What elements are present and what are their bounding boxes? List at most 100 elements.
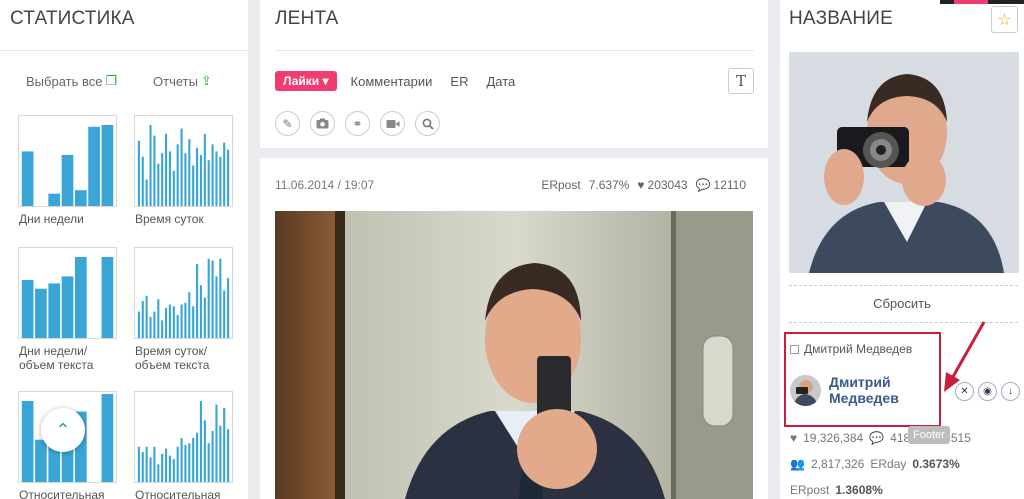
chart-weekdays-svg — [21, 125, 114, 206]
thumb-bar — [219, 156, 222, 206]
thumb-bar — [48, 283, 61, 338]
erpost-label: ERpost — [790, 483, 830, 497]
thumb-bar — [157, 299, 160, 338]
reset-button[interactable]: Сбросить — [780, 296, 1024, 311]
text-filter-button[interactable]: T — [728, 68, 754, 94]
reports-button[interactable]: Отчеты ⇪ — [153, 73, 212, 89]
thumb-bar — [145, 179, 148, 206]
users-icon: 👥 — [790, 457, 805, 471]
post-date: 11.06.2014 / 19:07 — [275, 178, 375, 192]
thumb-bar — [35, 439, 47, 482]
feed-post-card: 11.06.2014 / 19:07 ERpost 7.637% ♥ 20304… — [260, 158, 768, 499]
chart-relative-2-svg — [137, 401, 230, 482]
divider — [275, 50, 754, 51]
statistics-title: СТАТИСТИКА — [10, 8, 135, 29]
favorite-star-button[interactable]: ☆ — [991, 6, 1018, 33]
chart-label-daytime: Время суток — [135, 212, 204, 226]
thumb-bar — [223, 408, 226, 482]
thumb-bar — [21, 279, 34, 338]
video-icon[interactable] — [380, 111, 405, 136]
thumb-bar — [203, 420, 206, 482]
thumb-bar — [137, 446, 140, 482]
thumb-bar — [168, 151, 171, 206]
thumb-bar — [88, 126, 100, 206]
thumb-bar — [101, 125, 114, 206]
thumb-bar — [164, 448, 168, 482]
copy-icon: ❐ — [105, 73, 118, 88]
tooltip: Footer — [908, 426, 950, 444]
caret-down-icon: ▾ — [322, 74, 329, 88]
select-all-label: Выбрать все — [26, 73, 103, 89]
sort-comments-button[interactable]: Комментарии — [347, 74, 437, 89]
sort-er-button[interactable]: ER — [446, 74, 472, 89]
download-button[interactable]: ↓ — [1001, 382, 1020, 401]
thumb-bar — [203, 133, 206, 206]
link-icon[interactable]: ⚭ — [345, 111, 370, 136]
select-all-button[interactable]: Выбрать все ❐ — [26, 73, 117, 89]
thumb-bar — [219, 425, 222, 482]
thumb-bar — [227, 429, 230, 482]
highlight-box — [784, 332, 941, 427]
post-photo[interactable] — [275, 211, 753, 499]
camera-icon[interactable] — [310, 111, 335, 136]
thumb-bar — [180, 437, 183, 482]
thumb-bar — [141, 301, 144, 338]
thumb-bar — [180, 304, 183, 338]
chart-label-daytime-text: Время суток/ объем текста — [135, 344, 210, 372]
thumb-bar — [149, 457, 152, 482]
erday-label: ERday — [870, 457, 907, 471]
sort-likes-label: Лайки — [283, 74, 320, 88]
chart-thumb-daytime-text[interactable] — [134, 247, 233, 339]
reports-label: Отчеты — [153, 73, 198, 89]
thumb-bar — [168, 304, 171, 338]
thumb-bar — [215, 151, 218, 206]
thumb-bar — [199, 401, 203, 482]
thumb-bar — [161, 453, 164, 482]
thumb-bar — [176, 315, 179, 338]
chart-weekdays-text-svg — [21, 257, 114, 338]
search-icon[interactable] — [415, 111, 440, 136]
chart-label-relative-1: Относительная — [19, 488, 105, 499]
divider — [0, 50, 248, 51]
thumb-bar — [176, 144, 179, 206]
download-icon: ↓ — [1008, 386, 1013, 397]
scroll-up-button[interactable]: ⌃ — [41, 408, 85, 452]
profile-likes: 19,326,384 — [803, 431, 864, 445]
thumb-bar — [157, 464, 160, 482]
post-stats: ERpost 7.637% ♥ 203043 💬 12110 — [541, 178, 746, 192]
thumb-bar — [164, 308, 168, 338]
comment-icon: 💬 — [695, 178, 711, 192]
chart-thumb-daytime[interactable] — [134, 115, 233, 207]
profile-comments-tail: 515 — [950, 431, 971, 445]
thumb-bar — [215, 404, 218, 482]
thumb-bar — [145, 295, 148, 338]
post-comments: 12110 — [713, 178, 746, 192]
star-icon: ☆ — [997, 11, 1012, 29]
erday-value: 0.3673% — [912, 457, 960, 471]
chart-thumb-relative-2[interactable] — [134, 391, 233, 483]
sort-likes-button[interactable]: Лайки ▾ — [275, 71, 337, 91]
thumb-bar — [196, 264, 199, 338]
thumb-bar — [207, 160, 210, 206]
thumb-bar — [153, 311, 156, 338]
thumb-bar — [149, 316, 152, 338]
thumb-bar — [203, 297, 206, 338]
profile-cover-photo — [789, 52, 1019, 273]
thumb-bar — [223, 142, 226, 206]
thumb-bar — [101, 257, 114, 338]
pencil-icon[interactable]: ✎ — [275, 111, 300, 136]
comment-icon: 💬 — [869, 431, 885, 445]
chart-thumb-weekdays-text[interactable] — [18, 247, 117, 339]
feed-title: ЛЕНТА — [275, 8, 339, 29]
thumb-bar — [188, 443, 191, 482]
thumb-bar — [223, 290, 226, 338]
thumb-bar — [219, 258, 222, 338]
thumb-bar — [172, 170, 175, 206]
thumb-bar — [184, 153, 187, 206]
erpost-value: 1.3608% — [835, 483, 883, 497]
chart-daytime-svg — [137, 125, 230, 206]
thumb-bar — [153, 135, 156, 206]
sort-date-button[interactable]: Дата — [482, 74, 519, 89]
thumb-bar — [145, 446, 148, 482]
chart-thumb-weekdays[interactable] — [18, 115, 117, 207]
